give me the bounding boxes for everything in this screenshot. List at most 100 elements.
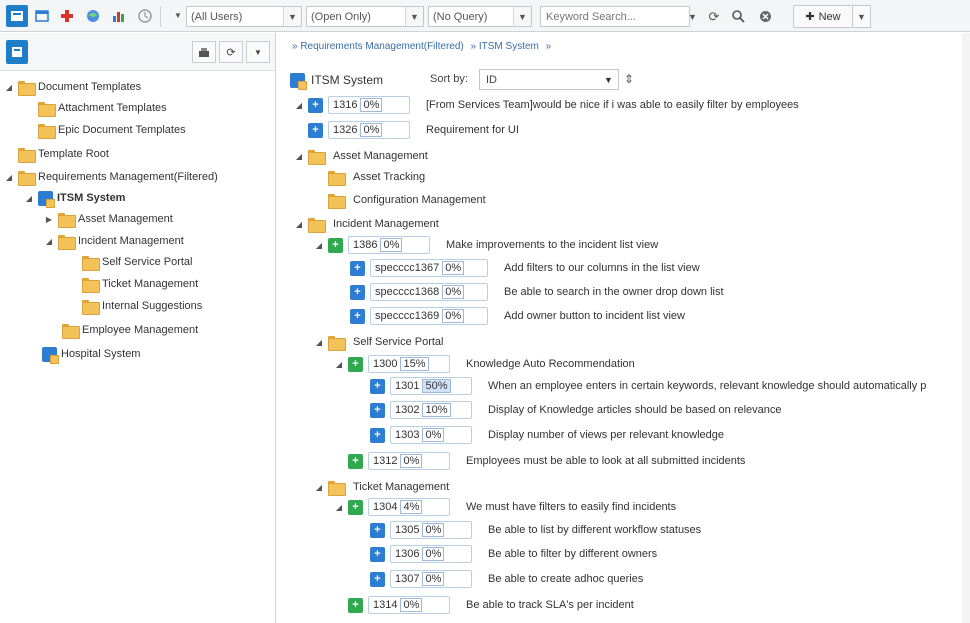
chart-icon[interactable] bbox=[108, 5, 130, 27]
search-icon[interactable] bbox=[728, 7, 748, 26]
tree-item-template-root[interactable]: Template Root bbox=[18, 144, 109, 164]
open-filter-select[interactable]: (Open Only) ▼ bbox=[306, 6, 424, 27]
tree-view-icon[interactable] bbox=[6, 40, 28, 64]
requirement-icon[interactable]: + bbox=[370, 427, 385, 443]
vertical-scrollbar[interactable] bbox=[962, 33, 970, 623]
requirement-id-field[interactable]: 1302 10% bbox=[390, 401, 472, 419]
clear-search-icon[interactable] bbox=[755, 7, 775, 26]
chevron-down-icon[interactable]: ▼ bbox=[688, 12, 697, 22]
query-filter-select[interactable]: (No Query) ▼ bbox=[428, 6, 532, 27]
new-menu-chevron-icon[interactable]: ▼ bbox=[853, 5, 871, 28]
tree-item-asset-management[interactable]: ▶ Asset Management bbox=[44, 209, 173, 229]
chevron-down-icon[interactable]: ▼ bbox=[604, 75, 618, 85]
chevron-down-icon[interactable]: ▼ bbox=[246, 41, 270, 63]
tree-item-internal-suggestions[interactable]: Internal Suggestions bbox=[82, 296, 202, 316]
expand-icon[interactable]: ◢ bbox=[24, 194, 34, 203]
progress-percent[interactable]: 0% bbox=[442, 261, 465, 275]
tree-item-attachment-templates[interactable]: Attachment Templates bbox=[38, 98, 167, 118]
requirement-id-field[interactable]: 1307 0% bbox=[390, 570, 472, 588]
chevron-down-icon[interactable]: ▼ bbox=[405, 7, 423, 26]
expand-icon[interactable]: ◢ bbox=[314, 338, 324, 347]
requirement-id-field[interactable]: 1386 0% bbox=[348, 236, 430, 254]
requirement-group-icon[interactable]: + bbox=[348, 597, 363, 613]
tree-item-document-templates[interactable]: ◢ Document Templates bbox=[4, 77, 141, 97]
expand-icon[interactable]: ◢ bbox=[314, 483, 324, 492]
progress-percent[interactable]: 0% bbox=[422, 547, 445, 561]
new-button[interactable]: ✚ New bbox=[793, 5, 853, 28]
expand-icon[interactable]: ◢ bbox=[334, 503, 344, 512]
chevron-down-icon[interactable]: ▼ bbox=[174, 11, 182, 20]
requirement-id-field[interactable]: 1306 0% bbox=[390, 545, 472, 563]
requirement-id-field[interactable]: 1316 0% bbox=[328, 96, 410, 114]
expand-icon[interactable]: ◢ bbox=[294, 220, 304, 229]
requirement-group-icon[interactable]: + bbox=[348, 453, 363, 469]
tree-item-incident-management[interactable]: ◢ Incident Management bbox=[44, 231, 184, 251]
progress-percent[interactable]: 50% bbox=[422, 379, 451, 393]
requirement-icon[interactable]: + bbox=[370, 378, 385, 394]
requirement-id-field[interactable]: 1326 0% bbox=[328, 121, 410, 139]
print-icon[interactable] bbox=[192, 41, 216, 63]
tree-item-self-service-portal[interactable]: Self Service Portal bbox=[82, 252, 192, 272]
requirement-group-icon[interactable]: + bbox=[348, 356, 363, 372]
requirement-icon[interactable]: + bbox=[350, 260, 365, 276]
tree-item-requirements-management[interactable]: ◢ Requirements Management(Filtered) bbox=[4, 167, 218, 187]
sort-direction-icon[interactable]: ⇕ bbox=[624, 72, 634, 86]
expand-icon[interactable]: ◢ bbox=[4, 173, 14, 182]
requirement-id-field[interactable]: 1314 0% bbox=[368, 596, 450, 614]
progress-percent[interactable]: 0% bbox=[360, 98, 383, 112]
requirement-id-field[interactable]: 1312 0% bbox=[368, 452, 450, 470]
progress-percent[interactable]: 4% bbox=[400, 500, 423, 514]
chevron-down-icon[interactable]: ▼ bbox=[513, 7, 531, 26]
requirement-icon[interactable]: + bbox=[350, 308, 365, 324]
chevron-down-icon[interactable]: ▼ bbox=[283, 7, 301, 26]
requirement-icon[interactable]: + bbox=[370, 546, 385, 562]
progress-percent[interactable]: 0% bbox=[400, 454, 423, 468]
tree-item-epic-document-templates[interactable]: Epic Document Templates bbox=[38, 120, 186, 140]
expand-icon[interactable]: ◢ bbox=[44, 237, 54, 246]
users-filter-select[interactable]: (All Users) ▼ bbox=[186, 6, 302, 27]
keyword-search-input[interactable] bbox=[541, 7, 688, 26]
expand-icon[interactable]: ◢ bbox=[334, 360, 344, 369]
globe-icon[interactable] bbox=[82, 5, 104, 27]
progress-percent[interactable]: 10% bbox=[422, 403, 451, 417]
progress-percent[interactable]: 0% bbox=[422, 428, 445, 442]
requirement-icon[interactable]: + bbox=[350, 284, 365, 300]
expand-icon[interactable]: ◢ bbox=[314, 241, 324, 250]
requirement-id-field[interactable]: 1303 0% bbox=[390, 426, 472, 444]
progress-percent[interactable]: 0% bbox=[422, 523, 445, 537]
progress-percent[interactable]: 0% bbox=[422, 572, 445, 586]
progress-percent[interactable]: 0% bbox=[442, 309, 465, 323]
requirement-icon[interactable]: + bbox=[370, 402, 385, 418]
requirement-id-field[interactable]: 1300 15% bbox=[368, 355, 450, 373]
requirement-id-field[interactable]: 1304 4% bbox=[368, 498, 450, 516]
requirement-id-field[interactable]: 1301 50% bbox=[390, 377, 472, 395]
requirement-group-icon[interactable]: + bbox=[328, 237, 343, 253]
collapse-icon[interactable]: ▶ bbox=[44, 215, 54, 224]
tree-item-employee-management[interactable]: Employee Management bbox=[62, 320, 198, 340]
plus-red-icon[interactable] bbox=[56, 5, 78, 27]
refresh-icon[interactable]: ⟳ bbox=[704, 7, 724, 26]
progress-percent[interactable]: 0% bbox=[442, 285, 465, 299]
requirement-id-field[interactable]: specccc1367 0% bbox=[370, 259, 488, 277]
progress-percent[interactable]: 0% bbox=[400, 598, 423, 612]
clock-icon[interactable] bbox=[134, 5, 156, 27]
tree-item-hospital-system[interactable]: Hospital System bbox=[42, 344, 140, 364]
sort-by-select[interactable]: ID ▼ bbox=[479, 69, 619, 90]
breadcrumb-link[interactable]: » Requirements Management(Filtered) bbox=[292, 41, 464, 52]
progress-percent[interactable]: 15% bbox=[400, 357, 429, 371]
expand-icon[interactable]: ◢ bbox=[294, 101, 304, 110]
requirement-id-field[interactable]: 1305 0% bbox=[390, 521, 472, 539]
expand-icon[interactable]: ◢ bbox=[294, 152, 304, 161]
tree-item-ticket-management[interactable]: Ticket Management bbox=[82, 274, 198, 294]
breadcrumb-link[interactable]: » ITSM System bbox=[471, 41, 539, 52]
refresh-icon[interactable]: ⟳ bbox=[219, 41, 243, 63]
progress-percent[interactable]: 0% bbox=[380, 238, 403, 252]
home-icon[interactable] bbox=[6, 5, 28, 27]
requirement-icon[interactable]: + bbox=[308, 122, 323, 138]
requirement-id-field[interactable]: specccc1369 0% bbox=[370, 307, 488, 325]
requirement-group-icon[interactable]: + bbox=[348, 499, 363, 515]
tree-item-itsm-system[interactable]: ◢ ITSM System bbox=[24, 188, 125, 208]
window-icon[interactable] bbox=[31, 5, 53, 27]
requirement-icon[interactable]: + bbox=[370, 522, 385, 538]
requirement-icon[interactable]: + bbox=[308, 97, 323, 113]
